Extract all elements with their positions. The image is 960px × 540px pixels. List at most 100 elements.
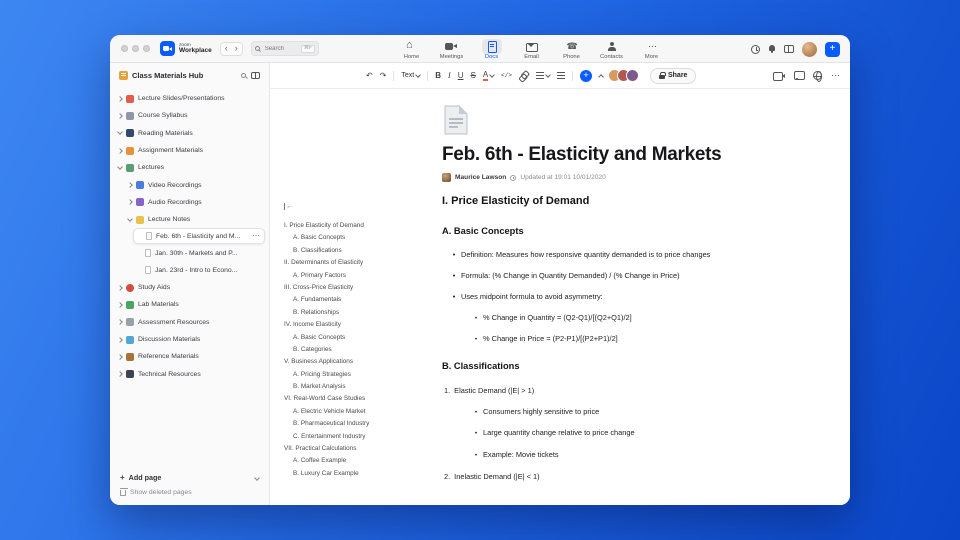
strikethrough-button[interactable]: S (470, 69, 475, 83)
nav-tab[interactable]: More (632, 39, 671, 60)
sidebar-tree-item[interactable]: Video Recordings ⋯ (124, 176, 265, 193)
sidebar-tree-item[interactable]: Jan. 23rd - Intro to Econo... ⋯ (133, 262, 265, 279)
outline-item[interactable]: B. Relationships (284, 309, 440, 316)
outline-item[interactable]: A. Basic Concepts (284, 234, 440, 241)
text-color-button[interactable]: A (482, 69, 496, 83)
outline-item[interactable]: II. Determinants of Elasticity (284, 259, 440, 266)
add-page-button[interactable]: + Add page (120, 473, 260, 482)
layout-panel-icon[interactable] (784, 45, 794, 53)
expand-chevron-icon[interactable] (117, 284, 123, 291)
insert-button[interactable]: + (579, 69, 592, 82)
sidebar-tree-item[interactable]: Lectures ⋯ (114, 159, 265, 176)
collaborator-avatar[interactable] (625, 69, 639, 82)
outline-item[interactable]: IV. Income Elasticity (284, 321, 440, 328)
outline-item[interactable]: V. Business Applications (284, 358, 440, 365)
sidebar-tree-item[interactable]: Reading Materials ⋯ (114, 125, 265, 142)
doc-block[interactable]: Large quantity change relative to price … (442, 428, 794, 438)
code-button[interactable]: </> (501, 69, 512, 83)
publish-globe-icon[interactable] (813, 71, 822, 82)
expand-chevron-icon[interactable] (127, 215, 133, 222)
video-call-icon[interactable] (773, 71, 785, 81)
expand-chevron-icon[interactable] (117, 129, 123, 136)
outline-item[interactable]: B. Pharmaceutical Industry (284, 420, 440, 427)
outline-item[interactable]: VII. Practical Calculations (284, 445, 440, 452)
align-button[interactable] (556, 69, 565, 83)
outline-item[interactable]: VI. Real-World Case Studies (284, 395, 440, 402)
show-deleted-button[interactable]: Show deleted pages (119, 488, 259, 496)
doc-block[interactable]: 2. Inelastic Demand (|E| < 1) (442, 472, 794, 481)
sidebar-tree-item[interactable]: Lab Materials ⋯ (114, 296, 265, 313)
doc-title[interactable]: Feb. 6th - Elasticity and Markets (442, 144, 794, 166)
list-button[interactable] (535, 69, 551, 83)
back-button[interactable]: ‹ (225, 44, 228, 53)
sidebar-tree-item[interactable]: Feb. 6th - Elasticity and M... ⋯ (133, 228, 265, 245)
add-page-chevron-icon[interactable] (254, 474, 260, 481)
outline-item[interactable]: B. Categories (284, 346, 440, 353)
outline-item[interactable]: C. Entertainment Industry (284, 433, 440, 440)
outline-item[interactable]: III. Cross-Price Elasticity (284, 284, 440, 291)
outline-item[interactable]: A. Primary Factors (284, 272, 440, 279)
nav-tab[interactable]: Phone (552, 39, 591, 60)
expand-chevron-icon[interactable] (127, 199, 133, 206)
underline-button[interactable]: U (458, 69, 464, 83)
outline-item[interactable]: A. Pricing Strategies (284, 371, 440, 378)
doc-block[interactable]: Definition: Measures how responsive quan… (442, 250, 794, 259)
outline-item[interactable]: A. Fundamentals (284, 296, 440, 303)
nav-tab[interactable]: Home (392, 39, 431, 60)
sidebar-tree-item[interactable]: Study Aids ⋯ (114, 279, 265, 296)
doc-block[interactable]: A. Basic Concepts (442, 226, 794, 238)
text-style-dropdown[interactable]: Text (401, 69, 422, 83)
outline-item[interactable]: A. Basic Concepts (284, 334, 440, 341)
sidebar-tree-item[interactable]: Lecture Slides/Presentations ⋯ (114, 90, 265, 107)
outline-item[interactable]: B. Market Analysis (284, 383, 440, 390)
expand-chevron-icon[interactable] (117, 371, 123, 377)
expand-chevron-icon[interactable] (117, 95, 123, 102)
doc-block[interactable]: Uses midpoint formula to avoid asymmetry… (442, 292, 794, 301)
outline-collapse-button[interactable] (284, 195, 440, 213)
user-avatar[interactable] (802, 41, 817, 57)
expand-chevron-icon[interactable] (117, 302, 123, 308)
outline-item[interactable]: A. Electric Vehicle Market (284, 408, 440, 415)
nav-tab[interactable]: Docs (472, 38, 511, 60)
minimize-button[interactable] (132, 45, 139, 52)
doc-block[interactable]: % Change in Price = (P2-P1)/[(P2+P1)/2] (442, 334, 794, 344)
nav-tab[interactable]: Contacts (592, 39, 631, 60)
doc-block[interactable]: % Change in Quantity = (Q2-Q1)/[(Q2+Q1)/… (442, 313, 794, 323)
expand-chevron-icon[interactable] (117, 163, 123, 170)
expand-chevron-icon[interactable] (117, 113, 123, 119)
outline-item[interactable]: B. Luxury Car Example (284, 470, 440, 477)
outline-item[interactable]: I. Price Elasticity of Demand (284, 222, 440, 229)
sidebar-search-icon[interactable] (241, 73, 246, 78)
history-icon[interactable] (751, 44, 760, 54)
sidebar-collapse-icon[interactable] (251, 72, 260, 79)
expand-chevron-icon[interactable] (117, 319, 123, 326)
sidebar-tree-item[interactable]: Discussion Materials ⋯ (114, 331, 265, 348)
doc-block[interactable]: I. Price Elasticity of Demand (442, 195, 794, 209)
expand-chevron-icon[interactable] (117, 336, 123, 343)
collapse-toolbar-button[interactable] (598, 69, 604, 83)
sidebar-tree-item[interactable]: Course Syllabus ⋯ (114, 107, 265, 124)
nav-tab[interactable]: Meetings (432, 39, 471, 60)
doc-block[interactable]: 1. Elastic Demand (|E| > 1) (442, 386, 794, 395)
sidebar-tree-item[interactable]: Reference Materials ⋯ (114, 348, 265, 365)
nav-tab[interactable]: Email (512, 39, 551, 60)
new-item-button[interactable]: + (825, 41, 840, 57)
more-options-icon[interactable]: ⋯ (831, 71, 840, 80)
notifications-icon[interactable] (768, 44, 776, 54)
redo-button[interactable]: ↷ (380, 69, 387, 83)
global-search[interactable]: ⌘F (250, 41, 319, 56)
sidebar-tree-item[interactable]: Lecture Notes ⋯ (124, 211, 265, 228)
doc-block[interactable]: Formula: (% Change in Quantity Demanded)… (442, 271, 794, 280)
fullscreen-button[interactable] (143, 45, 150, 52)
undo-button[interactable]: ↶ (366, 69, 373, 83)
item-more-icon[interactable]: ⋯ (252, 232, 260, 240)
sidebar-tree-item[interactable]: Technical Resources ⋯ (114, 365, 265, 382)
outline-item[interactable]: A. Coffee Example (284, 457, 440, 464)
expand-chevron-icon[interactable] (117, 147, 123, 154)
italic-button[interactable]: I (448, 69, 451, 83)
expand-chevron-icon[interactable] (127, 182, 133, 188)
doc-block[interactable]: Example: Movie tickets (442, 450, 794, 460)
sidebar-tree-item[interactable]: Jan. 30th - Markets and P... ⋯ (133, 244, 265, 261)
doc-block[interactable]: Consumers highly sensitive to price (442, 407, 794, 417)
sidebar-tree-item[interactable]: Audio Recordings ⋯ (124, 194, 265, 211)
